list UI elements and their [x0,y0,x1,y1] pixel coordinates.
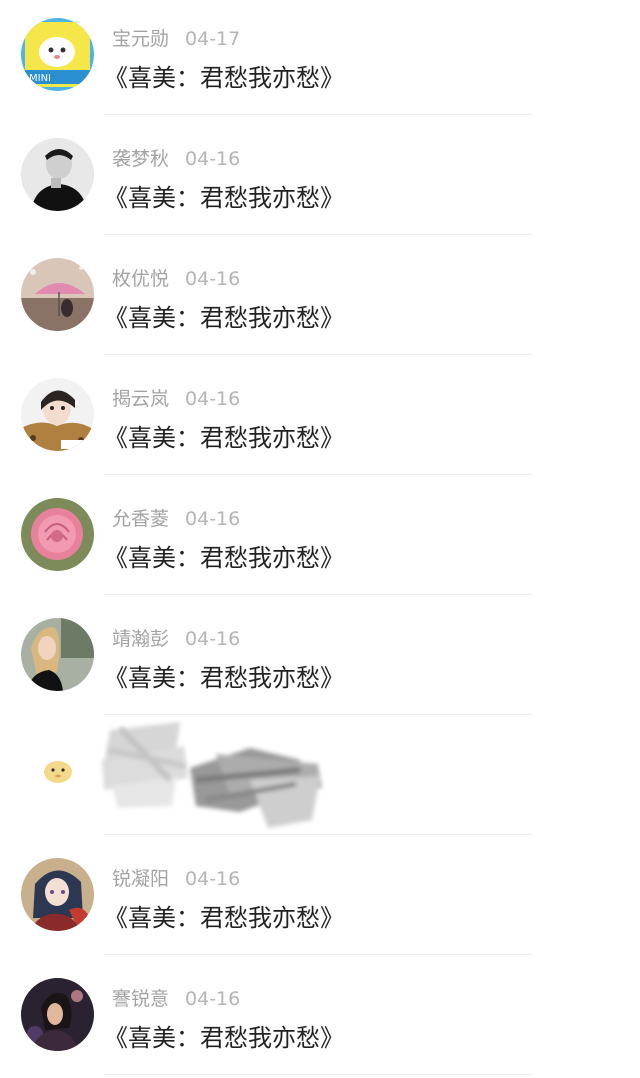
comment-date: 04-16 [185,988,241,1010]
night-portrait-avatar-icon[interactable] [21,978,94,1051]
comment-item[interactable]: 允香菱 04-16 《喜美：君愁我亦愁》 [0,480,640,600]
comment-date: 04-17 [185,28,241,50]
commenter-name[interactable]: 锐凝阳 [112,868,169,890]
comment-text: 《喜美：君愁我亦愁》 [104,664,344,692]
divider [104,114,532,115]
comment-item[interactable]: 锐凝阳 04-16 《喜美：君愁我亦愁》 [0,840,640,960]
small-mascot-avatar-icon [44,761,72,783]
redaction-scribble [0,720,640,840]
comment-item[interactable]: 靖瀚彭 04-16 《喜美：君愁我亦愁》 [0,600,640,720]
comment-item[interactable]: MINI 宝元勋 04-17 《喜美：君愁我亦愁》 [0,0,640,120]
comment-list: MINI 宝元勋 04-17 《喜美：君愁我亦愁》 袭梦秋 04-16 《喜美：君愁… [0,0,640,1078]
svg-text:MINI: MINI [29,73,51,84]
commenter-name[interactable]: 靖瀚彭 [112,628,169,650]
comment-date: 04-16 [185,388,241,410]
commenter-name[interactable]: 揭云岚 [112,388,169,410]
comment-date: 04-16 [185,508,241,530]
pink-rose-avatar-icon[interactable] [21,498,94,571]
divider [104,714,532,715]
girl-selfie-avatar-icon[interactable] [21,378,94,451]
comment-text: 《喜美：君愁我亦愁》 [104,64,344,92]
commenter-name[interactable]: 枚优悦 [112,268,169,290]
commenter-name[interactable]: 允香菱 [112,508,169,530]
comment-date: 04-16 [185,268,241,290]
comment-item[interactable]: 揭云岚 04-16 《喜美：君愁我亦愁》 [0,360,640,480]
comment-text: 《喜美：君愁我亦愁》 [104,904,344,932]
comment-item[interactable]: 謇锐意 04-16 《喜美：君愁我亦愁》 [0,960,640,1078]
divider [104,474,532,475]
comment-text: 《喜美：君愁我亦愁》 [104,304,344,332]
commenter-name[interactable]: 袭梦秋 [112,148,169,170]
anime-character-avatar-icon[interactable] [21,858,94,931]
comment-item[interactable] [0,720,640,840]
comment-date: 04-16 [185,628,241,650]
man-portrait-avatar-icon[interactable] [21,138,94,211]
divider [104,1074,532,1075]
divider [104,594,532,595]
comment-date: 04-16 [185,148,241,170]
comment-item[interactable]: 袭梦秋 04-16 《喜美：君愁我亦愁》 [0,120,640,240]
comment-item[interactable]: 枚优悦 04-16 《喜美：君愁我亦愁》 [0,240,640,360]
divider [104,354,532,355]
umbrella-girl-avatar-icon[interactable] [21,258,94,331]
divider [104,234,532,235]
woman-blonde-avatar-icon[interactable] [21,618,94,691]
cartoon-mascot-avatar-icon[interactable]: MINI [21,18,94,91]
commenter-name[interactable]: 謇锐意 [112,988,169,1010]
comment-text: 《喜美：君愁我亦愁》 [104,184,344,212]
comment-date: 04-16 [185,868,241,890]
comment-text: 《喜美：君愁我亦愁》 [104,424,344,452]
comment-text: 《喜美：君愁我亦愁》 [104,544,344,572]
comment-text: 《喜美：君愁我亦愁》 [104,1024,344,1052]
divider [104,954,532,955]
commenter-name[interactable]: 宝元勋 [112,28,169,50]
divider [104,834,532,835]
